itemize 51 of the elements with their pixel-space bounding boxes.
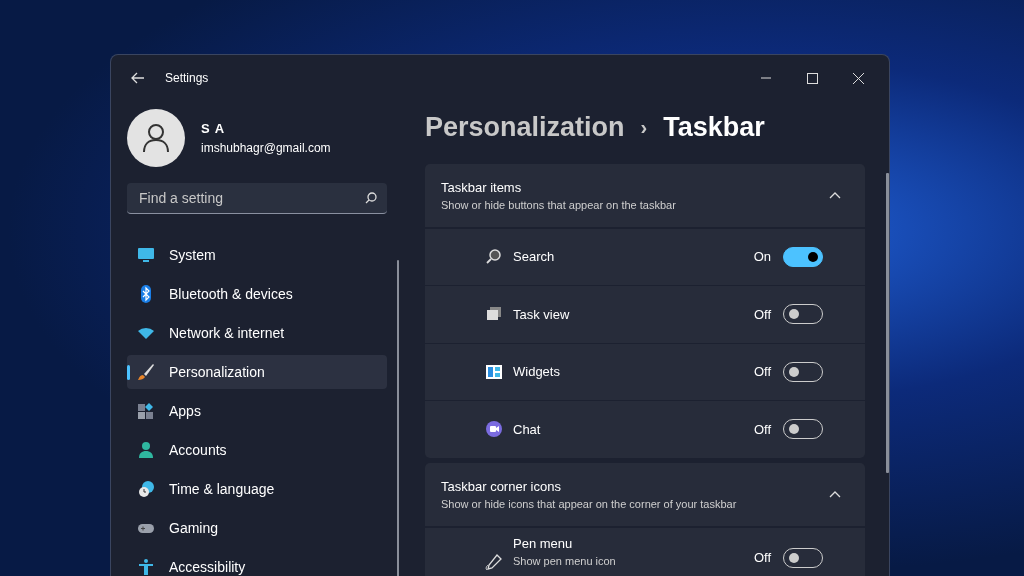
toggle-state: On [753,248,771,266]
brush-icon [137,363,155,381]
toggle-state: Off [753,363,771,381]
search-icon [365,192,377,204]
sidebar-item[interactable]: Accessibility [127,550,387,576]
toggle-state: Off [753,420,771,439]
window-title: Settings [165,70,209,87]
search-icon [485,247,503,266]
section-subtitle: Show or hide icons that appear on the corner of your taskbar [441,497,737,512]
chevron-icon [829,192,841,199]
back-arrow-icon [131,72,145,84]
sidebar-item[interactable]: Apps [127,394,387,428]
widgets-icon [485,362,503,381]
section-title: Taskbar items [441,178,523,197]
setting-description: Show pen menu icon [513,554,616,569]
setting-label: Pen menu [513,534,574,553]
setting-label: Chat [513,420,541,439]
globe-clock-icon [137,480,155,498]
minimize-icon [761,77,771,79]
section-title: Taskbar corner icons [441,477,562,496]
toggle-state: Off [753,549,771,568]
search-box[interactable]: Find a setting [127,183,387,214]
sidebar-item[interactable]: System [127,238,387,272]
maximize-icon [806,72,818,84]
accessibility-icon [137,558,155,576]
sidebar-item[interactable]: Gaming [127,511,387,545]
page-title: Taskbar [663,111,765,144]
section-subtitle: Show or hide buttons that appear on the taskbar [441,198,676,213]
setting-label: Widgets [513,363,560,381]
search-field[interactable]: Find a setting [137,186,365,210]
monitor-icon [137,246,155,264]
pen-icon [485,553,503,571]
sidebar-item[interactable]: Bluetooth & devices [127,277,387,311]
setting-label: Search [513,248,555,266]
close-icon [852,72,864,84]
chevron-icon [829,491,841,498]
sidebar-item[interactable]: Personalization [127,355,387,389]
avatar-icon [127,109,185,167]
chat-icon [485,420,503,439]
setting-label: Task view [513,305,570,324]
sidebar-item[interactable]: Time & language [127,472,387,506]
sidebar-item[interactable]: Accounts [127,433,387,467]
toggle-switch[interactable] [783,246,823,267]
person-icon [137,441,155,459]
user-email: imshubhagr@gmail.com [201,139,331,157]
user-name: S A [201,120,227,139]
sidebar-item[interactable]: Network & internet [127,316,387,350]
toggle-state: Off [753,305,771,324]
breadcrumb-separator: › [640,115,648,141]
apps-icon [137,402,155,420]
breadcrumb-link[interactable]: Personalization [425,107,625,148]
